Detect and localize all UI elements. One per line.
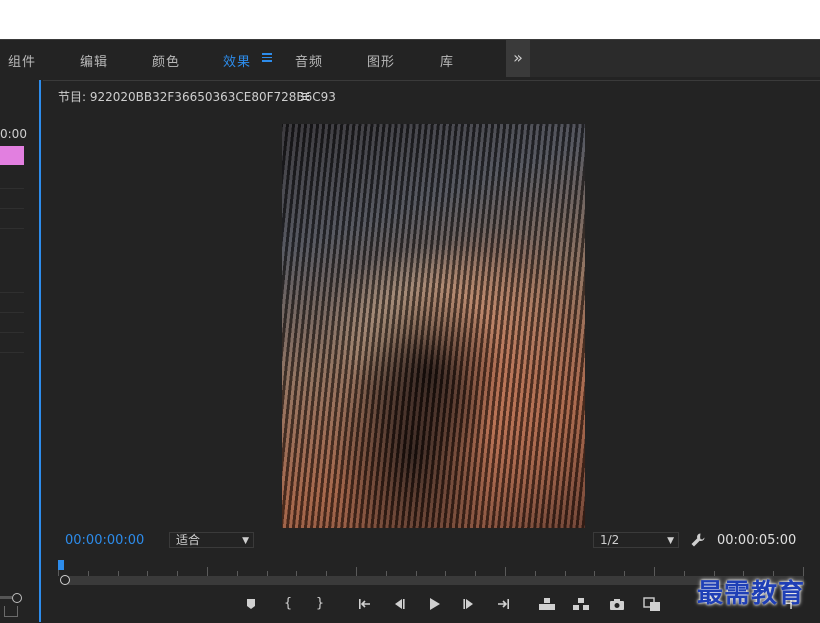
track-line bbox=[0, 332, 24, 333]
zoom-scroll-bar[interactable] bbox=[64, 576, 804, 585]
go-to-in-icon[interactable] bbox=[357, 596, 373, 612]
tab-editing[interactable]: 编辑 bbox=[80, 51, 108, 70]
step-back-icon[interactable] bbox=[391, 596, 407, 612]
chevron-down-icon: ▼ bbox=[242, 536, 249, 546]
playhead[interactable] bbox=[58, 560, 64, 570]
ruler-tick bbox=[356, 567, 357, 576]
mark-out-icon[interactable]: } bbox=[312, 596, 328, 612]
zoom-knob[interactable] bbox=[12, 593, 22, 603]
left-timecode: 0:00 bbox=[0, 127, 27, 141]
tabbar-empty bbox=[530, 40, 820, 77]
track-line bbox=[0, 208, 24, 209]
wrench-icon[interactable] bbox=[690, 532, 706, 548]
go-to-out-icon[interactable] bbox=[495, 596, 511, 612]
marker-icon[interactable] bbox=[243, 596, 259, 612]
lift-icon[interactable] bbox=[538, 596, 556, 612]
compare-icon[interactable] bbox=[643, 596, 661, 612]
track-line bbox=[0, 352, 24, 353]
play-icon[interactable] bbox=[426, 596, 442, 612]
zoom-level-select[interactable]: 适合 ▼ bbox=[169, 532, 254, 548]
tab-audio[interactable]: 音频 bbox=[295, 51, 323, 70]
ruler-tick bbox=[207, 567, 208, 576]
export-frame-icon[interactable] bbox=[4, 606, 18, 617]
duration-timecode: 00:00:05:00 bbox=[717, 533, 797, 548]
timeline-scrollbar[interactable] bbox=[0, 596, 12, 599]
panel-menu-icon[interactable] bbox=[262, 53, 272, 62]
chevron-down-icon: ▼ bbox=[667, 536, 674, 546]
mark-in-icon[interactable]: { bbox=[280, 596, 296, 612]
resolution-value: 1/2 bbox=[600, 533, 620, 547]
tab-effects[interactable]: 效果 bbox=[223, 51, 251, 70]
track-line bbox=[0, 292, 24, 293]
more-tabs-icon[interactable]: » bbox=[506, 40, 530, 77]
tab-graphics[interactable]: 图形 bbox=[367, 51, 395, 70]
step-forward-icon[interactable] bbox=[461, 596, 477, 612]
zoom-level-value: 适合 bbox=[176, 533, 201, 547]
video-preview[interactable] bbox=[282, 124, 585, 528]
zoom-scroll-handle[interactable] bbox=[60, 575, 70, 585]
track-line bbox=[0, 228, 24, 229]
tab-libraries[interactable]: 库 bbox=[440, 51, 454, 70]
stripe-effect bbox=[282, 124, 585, 528]
tab-color[interactable]: 颜色 bbox=[152, 51, 180, 70]
playback-resolution-select[interactable]: 1/2 ▼ bbox=[593, 532, 679, 548]
current-timecode[interactable]: 00:00:00:00 bbox=[65, 533, 144, 548]
camera-icon[interactable] bbox=[609, 596, 625, 612]
track-line bbox=[0, 188, 24, 189]
time-ruler[interactable] bbox=[58, 560, 804, 576]
title-area bbox=[0, 0, 820, 39]
track-line bbox=[0, 312, 24, 313]
monitor-menu-icon[interactable] bbox=[301, 93, 309, 102]
program-monitor-title[interactable]: 节目: 922020BB32F36650363CE80F728B6C93 bbox=[58, 88, 336, 105]
ruler-tick bbox=[505, 567, 506, 576]
ruler-tick bbox=[654, 567, 655, 576]
extract-icon[interactable] bbox=[572, 596, 590, 612]
tab-assembly[interactable]: 组件 bbox=[8, 51, 36, 70]
watermark-logo: 最需教育 bbox=[697, 579, 806, 609]
timeline-clip[interactable] bbox=[0, 146, 24, 165]
